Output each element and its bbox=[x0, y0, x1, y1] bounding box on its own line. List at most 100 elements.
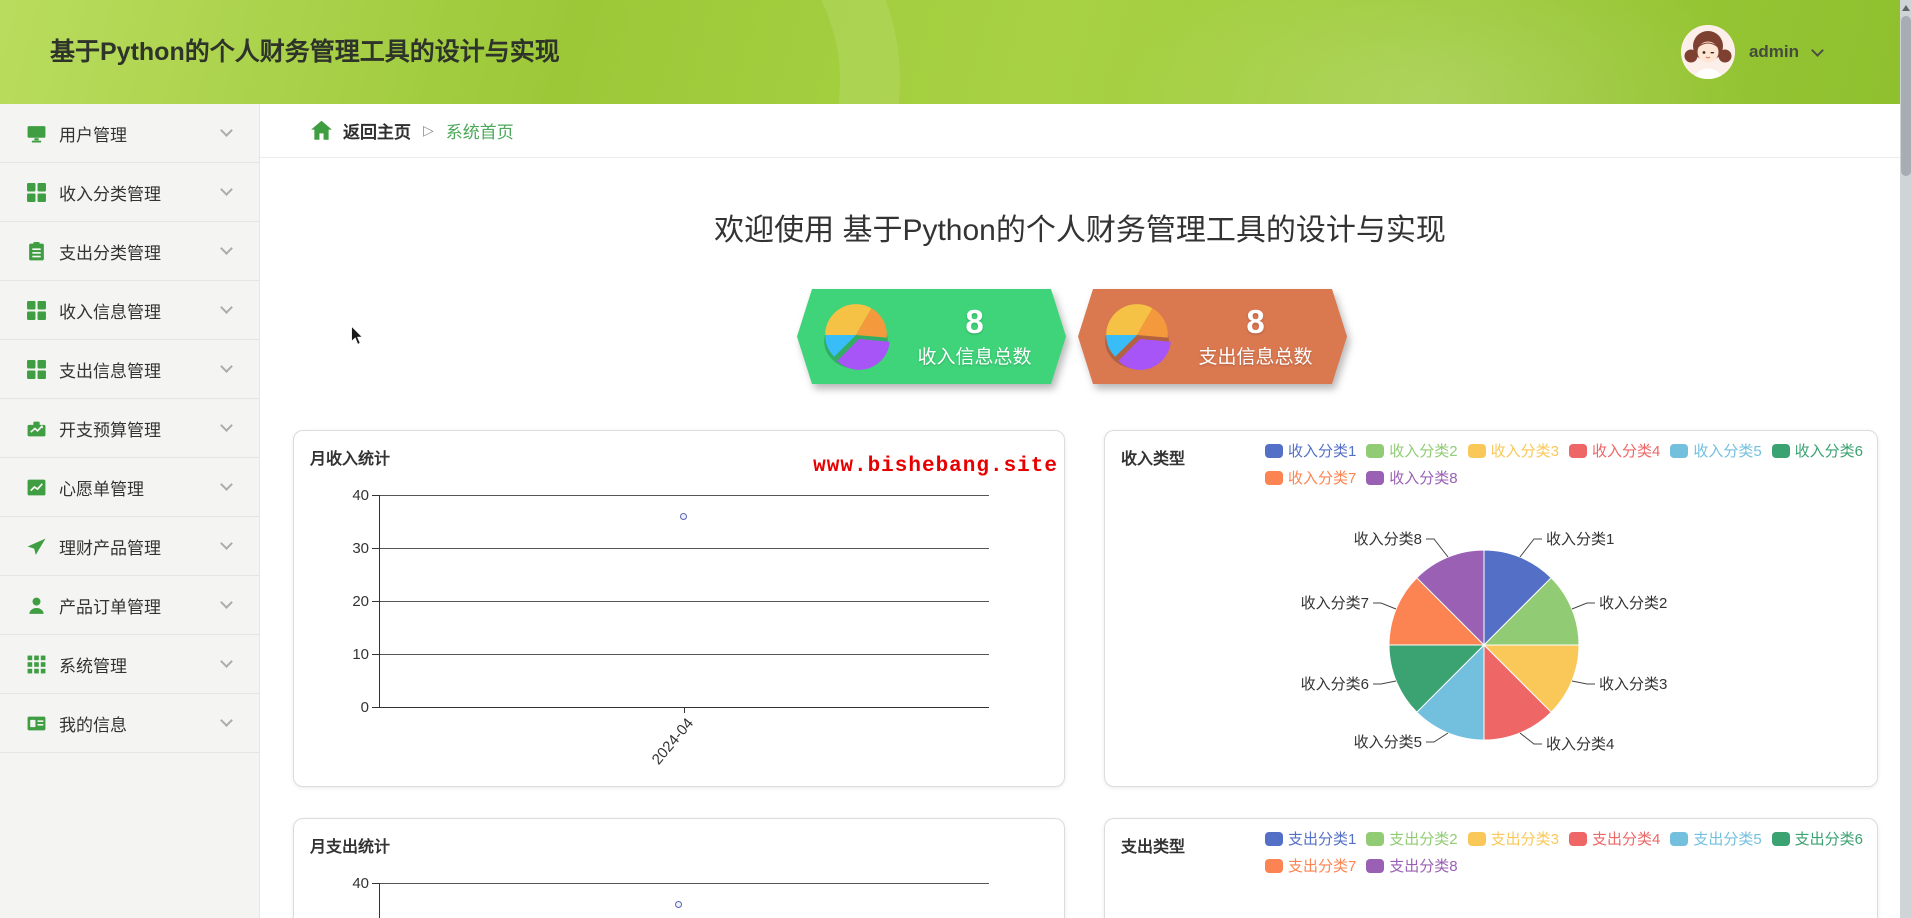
legend-label: 支出分类3 bbox=[1491, 828, 1559, 849]
home-icon bbox=[310, 119, 333, 142]
legend-item[interactable]: 支出分类7 bbox=[1265, 855, 1356, 876]
user-icon bbox=[26, 595, 47, 616]
y-tick-label: 20 bbox=[329, 594, 369, 609]
pie-label-line bbox=[1572, 603, 1595, 609]
pie-label-line bbox=[1426, 733, 1448, 742]
y-tick-label: 10 bbox=[329, 647, 369, 662]
sidebar-item-label: 支出信息管理 bbox=[59, 357, 161, 382]
user-menu[interactable]: admin bbox=[1681, 25, 1822, 79]
sidebar-item-expense-info[interactable]: 支出信息管理 bbox=[0, 340, 259, 399]
breadcrumb: 返回主页 ▷ 系统首页 bbox=[260, 104, 1900, 158]
y-tick-mark bbox=[372, 495, 379, 496]
scrollbar-up-arrow-icon[interactable] bbox=[1902, 5, 1910, 11]
legend-item[interactable]: 支出分类5 bbox=[1670, 828, 1761, 849]
chevron-down-icon bbox=[220, 596, 233, 609]
legend-item[interactable]: 支出分类6 bbox=[1772, 828, 1863, 849]
chevron-down-icon bbox=[220, 183, 233, 196]
legend-swatch bbox=[1265, 832, 1283, 846]
sidebar-item-income-info[interactable]: 收入信息管理 bbox=[0, 281, 259, 340]
chart-panel-monthly-expense: 月支出统计 40 30 20 10 0 2024-04 bbox=[293, 818, 1065, 918]
y-tick-mark bbox=[372, 883, 379, 884]
user-name[interactable]: admin bbox=[1749, 42, 1799, 62]
legend-swatch bbox=[1366, 832, 1384, 846]
pie-slice-label: 收入分类6 bbox=[1301, 676, 1369, 693]
sidebar-item-income-category[interactable]: 收入分类管理 bbox=[0, 163, 259, 222]
sidebar-item-label: 支出分类管理 bbox=[59, 239, 161, 264]
sidebar-item-financial-products[interactable]: 理财产品管理 bbox=[0, 517, 259, 576]
pie-slice-label: 收入分类5 bbox=[1354, 734, 1422, 751]
breadcrumb-home-link[interactable]: 返回主页 bbox=[310, 118, 411, 143]
breadcrumb-separator-icon: ▷ bbox=[423, 122, 434, 139]
stat-card-income-total: 8 收入信息总数 bbox=[797, 289, 1066, 384]
sidebar-item-expense-category[interactable]: 支出分类管理 bbox=[0, 222, 259, 281]
sidebar-item-product-orders[interactable]: 产品订单管理 bbox=[0, 576, 259, 635]
legend-item[interactable]: 支出分类4 bbox=[1569, 828, 1660, 849]
legend-swatch bbox=[1265, 859, 1283, 873]
sidebar-item-label: 系统管理 bbox=[59, 652, 127, 677]
breadcrumb-current-link[interactable]: 系统首页 bbox=[446, 118, 514, 143]
avatar[interactable] bbox=[1681, 25, 1735, 79]
chart-title: 支出类型 bbox=[1121, 833, 1185, 857]
sidebar-item-label: 开支预算管理 bbox=[59, 416, 161, 441]
main-content: 欢迎使用 基于Python的个人财务管理工具的设计与实现 8 收入信息总数 bbox=[260, 158, 1900, 918]
pie-slice-label: 收入分类8 bbox=[1354, 531, 1422, 548]
id-card-icon bbox=[26, 713, 47, 734]
legend-swatch bbox=[1670, 832, 1688, 846]
pie-slice-label: 收入分类2 bbox=[1599, 595, 1667, 612]
app-title: 基于Python的个人财务管理工具的设计与实现 bbox=[50, 0, 560, 104]
y-tick-mark bbox=[372, 548, 379, 549]
vertical-scrollbar[interactable] bbox=[1900, 0, 1912, 918]
briefcase-chart-icon bbox=[26, 418, 47, 439]
legend-item[interactable]: 支出分类3 bbox=[1468, 828, 1559, 849]
sidebar-item-wishlist[interactable]: 心愿单管理 bbox=[0, 458, 259, 517]
expense-total-value: 8 bbox=[1174, 304, 1337, 340]
legend-swatch bbox=[1366, 859, 1384, 873]
chevron-down-icon bbox=[220, 360, 233, 373]
y-tick-label: 40 bbox=[329, 488, 369, 503]
paper-plane-icon bbox=[26, 536, 47, 557]
legend-swatch bbox=[1468, 832, 1486, 846]
stat-cards-row: 8 收入信息总数 8 支出信息总数 bbox=[797, 289, 1347, 384]
y-axis-line bbox=[379, 883, 380, 918]
grid9-icon bbox=[26, 654, 47, 675]
legend-label: 支出分类5 bbox=[1693, 828, 1761, 849]
breadcrumb-home-label[interactable]: 返回主页 bbox=[343, 118, 411, 143]
gridline bbox=[379, 495, 989, 496]
chart-legend: 支出分类1 支出分类2 支出分类3 支出分类4 支出分类5 支出分类6 支出分类… bbox=[1265, 828, 1863, 876]
gridline bbox=[379, 601, 989, 602]
legend-label: 支出分类6 bbox=[1795, 828, 1863, 849]
pie-3d-icon bbox=[819, 300, 893, 374]
sidebar-item-label: 收入信息管理 bbox=[59, 298, 161, 323]
sidebar-item-label: 产品订单管理 bbox=[59, 593, 161, 618]
watermark-text: www.bishebang.site bbox=[813, 455, 1058, 478]
income-total-label: 收入信息总数 bbox=[893, 342, 1056, 369]
page-title: 欢迎使用 基于Python的个人财务管理工具的设计与实现 bbox=[260, 205, 1900, 249]
y-tick-label: 40 bbox=[329, 876, 369, 891]
legend-label: 支出分类4 bbox=[1592, 828, 1660, 849]
monitor-icon bbox=[26, 123, 47, 144]
chart-title: 月收入统计 bbox=[310, 445, 390, 469]
legend-swatch bbox=[1772, 832, 1790, 846]
legend-item[interactable]: 支出分类8 bbox=[1366, 855, 1457, 876]
x-tick-mark bbox=[684, 707, 685, 713]
legend-item[interactable]: 支出分类1 bbox=[1265, 828, 1356, 849]
gridline bbox=[379, 883, 989, 884]
sidebar-item-my-info[interactable]: 我的信息 bbox=[0, 694, 259, 753]
grid-icon bbox=[26, 359, 47, 380]
legend-item[interactable]: 支出分类2 bbox=[1366, 828, 1457, 849]
chevron-down-icon bbox=[220, 655, 233, 668]
legend-label: 支出分类7 bbox=[1288, 855, 1356, 876]
line-chart-icon bbox=[26, 477, 47, 498]
sidebar-item-user-management[interactable]: 用户管理 bbox=[0, 104, 259, 163]
scrollbar-thumb[interactable] bbox=[1901, 16, 1911, 176]
stat-card-expense-total: 8 支出信息总数 bbox=[1078, 289, 1347, 384]
mouse-cursor-icon bbox=[348, 326, 366, 351]
sidebar-item-budget[interactable]: 开支预算管理 bbox=[0, 399, 259, 458]
expense-total-label: 支出信息总数 bbox=[1174, 342, 1337, 369]
pie-3d-icon bbox=[1100, 300, 1174, 374]
pie-slice-label: 收入分类3 bbox=[1599, 676, 1667, 693]
app-window: 基于Python的个人财务管理工具的设计与实现 admin bbox=[0, 0, 1912, 918]
sidebar-item-label: 理财产品管理 bbox=[59, 534, 161, 559]
sidebar-item-system[interactable]: 系统管理 bbox=[0, 635, 259, 694]
income-total-value: 8 bbox=[893, 304, 1056, 340]
